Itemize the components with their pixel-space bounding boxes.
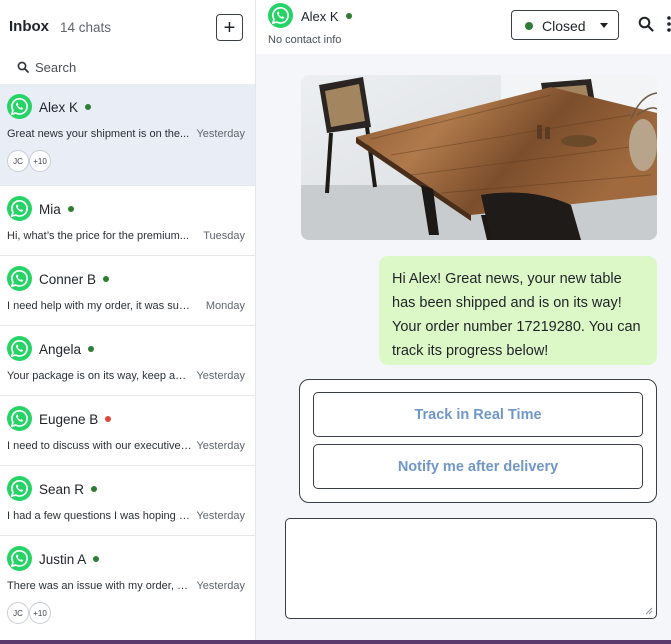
add-chat-button[interactable]: + (216, 14, 243, 41)
avatar: JC (7, 150, 29, 172)
chat-name: Sean R (39, 482, 98, 497)
chat-item-angela[interactable]: Angela Your package is on its way, keep … (0, 326, 255, 396)
busy-status-dot (105, 416, 112, 422)
inbox-header: Inbox 14 chats + (0, 0, 256, 56)
chat-name: Mia (39, 202, 74, 217)
contact-info: No contact info (268, 34, 342, 46)
quick-reply-buttons: Track in Real Time Notify me after deliv… (299, 379, 657, 503)
plus-icon: + (223, 16, 236, 39)
resize-handle-icon[interactable] (645, 607, 653, 615)
message-composer-input[interactable] (285, 518, 657, 619)
avatar-overflow-count: +10 (29, 602, 51, 624)
whatsapp-icon (7, 94, 32, 119)
status-label: Closed (542, 18, 586, 34)
contact-name[interactable]: Alex K (301, 9, 352, 24)
more-vertical-icon[interactable] (662, 14, 671, 34)
chat-preview: I need help with my order, it was sup... (7, 300, 192, 312)
chat-time: Yesterday (196, 580, 245, 592)
online-status-dot (93, 556, 100, 562)
whatsapp-icon (7, 196, 32, 221)
inbox-sidebar: Inbox 14 chats + Search Alex K Great new… (0, 0, 256, 640)
status-dot (525, 22, 533, 30)
search-input[interactable]: Search (0, 56, 255, 84)
message-image[interactable] (301, 75, 657, 240)
chat-time: Yesterday (196, 510, 245, 522)
conversation-status-dropdown[interactable]: Closed (511, 10, 619, 40)
chat-list: Alex K Great news your shipment is on th… (0, 84, 255, 638)
track-in-real-time-button[interactable]: Track in Real Time (313, 392, 643, 437)
online-status-dot (345, 13, 352, 19)
chat-item-conner-b[interactable]: Conner B I need help with my order, it w… (0, 256, 255, 326)
chat-name: Justin A (39, 552, 100, 567)
whatsapp-icon (7, 266, 32, 291)
chat-name: Conner B (39, 272, 110, 287)
chat-name: Angela (39, 342, 95, 357)
chat-time: Yesterday (196, 370, 245, 382)
chat-preview: Your package is on its way, keep an e... (7, 370, 192, 382)
chat-item-eugene-b[interactable]: Eugene B I need to discuss with our exec… (0, 396, 255, 466)
conversation-pane: Alex K No contact info Closed Hi Alex! G… (256, 0, 671, 640)
online-status-dot (88, 346, 95, 352)
chat-time: Tuesday (203, 230, 245, 242)
online-status-dot (91, 486, 98, 492)
chat-item-mia[interactable]: Mia Hi, what’s the price for the premium… (0, 186, 255, 256)
notify-me-after-delivery-button[interactable]: Notify me after delivery (313, 444, 643, 489)
chat-item-alex-k[interactable]: Alex K Great news your shipment is on th… (0, 84, 255, 186)
chat-preview: There was an issue with my order, wh... (7, 580, 192, 592)
whatsapp-icon (7, 406, 32, 431)
whatsapp-icon (7, 546, 32, 571)
search-icon[interactable] (638, 16, 654, 32)
chat-time: Yesterday (196, 440, 245, 452)
chat-name: Eugene B (39, 412, 112, 427)
avatar-overflow-count: +10 (29, 150, 51, 172)
chevron-down-icon (600, 23, 608, 28)
whatsapp-icon (7, 476, 32, 501)
window-bottom-edge (0, 640, 671, 644)
chat-count: 14 chats (60, 20, 112, 35)
chat-item-sean-r[interactable]: Sean R I had a few questions I was hopin… (0, 466, 255, 536)
chat-time: Yesterday (196, 128, 245, 140)
online-status-dot (85, 104, 92, 110)
whatsapp-icon (268, 3, 293, 28)
online-status-dot (67, 206, 74, 212)
avatar: JC (7, 602, 29, 624)
conversation-header: Alex K No contact info Closed (256, 0, 671, 54)
chat-name: Alex K (39, 100, 92, 115)
online-status-dot (103, 276, 110, 282)
search-icon (17, 61, 29, 73)
whatsapp-icon (7, 336, 32, 361)
chat-preview: Great news your shipment is on the... (7, 128, 190, 140)
inbox-title: Inbox (9, 18, 49, 35)
chat-time: Monday (205, 300, 245, 312)
chat-preview: I need to discuss with our executive t..… (7, 440, 192, 452)
chat-preview: Hi, what’s the price for the premium... (7, 230, 189, 242)
message-bubble: Hi Alex! Great news, your new table has … (379, 256, 657, 365)
chat-preview: I had a few questions I was hoping y... (7, 510, 192, 522)
search-placeholder: Search (35, 60, 77, 75)
chat-item-justin-a[interactable]: Justin A There was an issue with my orde… (0, 536, 255, 638)
